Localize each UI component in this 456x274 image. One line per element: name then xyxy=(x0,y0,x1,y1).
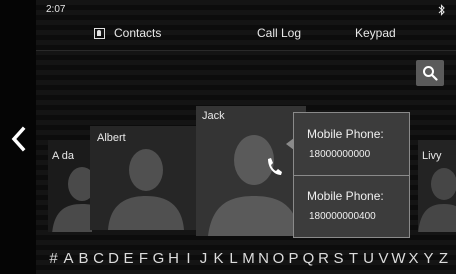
phone-entry[interactable]: Mobile Phone: 18000000000 xyxy=(294,113,409,176)
alphabet-letter[interactable]: O xyxy=(271,250,286,267)
alphabet-letter[interactable]: F xyxy=(136,250,151,267)
search-button[interactable] xyxy=(416,60,444,86)
contact-card-albert[interactable]: Albert xyxy=(90,126,200,230)
contact-name: Albert xyxy=(97,132,126,144)
contact-name: Jack xyxy=(202,110,225,122)
alphabet-letter[interactable]: L xyxy=(226,250,241,267)
contacts-icon xyxy=(94,28,105,39)
contact-card-jack[interactable]: Jack xyxy=(196,106,306,236)
phone-entry-label: Mobile Phone: xyxy=(307,127,384,141)
alphabet-letter[interactable]: B xyxy=(76,250,91,267)
tab-contacts-label: Contacts xyxy=(114,26,162,40)
phone-entry-number: 180000000400 xyxy=(309,211,376,222)
alphabet-letter[interactable]: U xyxy=(361,250,376,267)
car-display-screen: 2:07 Contacts Call Log Keypad A da Alber… xyxy=(0,0,456,274)
tab-keypad-label: Keypad xyxy=(355,26,396,40)
alphabet-letter[interactable]: X xyxy=(406,250,421,267)
alphabet-letter[interactable]: D xyxy=(106,250,121,267)
bluetooth-icon xyxy=(438,4,445,16)
alphabet-letter[interactable]: T xyxy=(346,250,361,267)
alphabet-letter[interactable]: A xyxy=(61,250,76,267)
alphabet-letter[interactable]: Y xyxy=(421,250,436,267)
contact-card-livy[interactable]: Livy xyxy=(418,140,456,232)
contact-card-ada[interactable]: A da xyxy=(48,140,92,232)
tab-bar: Contacts Call Log Keypad xyxy=(36,20,456,51)
alphabet-letter[interactable]: W xyxy=(391,250,406,267)
chevron-left-icon[interactable] xyxy=(8,124,28,154)
alphabet-letter[interactable]: G xyxy=(151,250,166,267)
alphabet-index: # A B C D E F G H I J K L M N O P Q R S T U V W X Y Z xyxy=(46,246,456,270)
phone-icon[interactable] xyxy=(265,157,283,177)
alphabet-letter[interactable]: J xyxy=(196,250,211,267)
alphabet-letter[interactable]: P xyxy=(286,250,301,267)
tab-keypad[interactable]: Keypad xyxy=(355,26,396,40)
alphabet-letter[interactable]: Q xyxy=(301,250,316,267)
alphabet-letter[interactable]: Z xyxy=(436,250,451,267)
avatar xyxy=(52,167,92,232)
phone-entry-label: Mobile Phone: xyxy=(307,189,384,203)
status-bar: 2:07 xyxy=(36,0,456,20)
alphabet-letter[interactable]: M xyxy=(241,250,256,267)
alphabet-letter[interactable]: N xyxy=(256,250,271,267)
alphabet-letter[interactable]: V xyxy=(376,250,391,267)
tab-contacts[interactable]: Contacts xyxy=(94,26,161,40)
avatar xyxy=(108,149,184,230)
alphabet-letter[interactable]: R xyxy=(316,250,331,267)
alphabet-letter[interactable]: S xyxy=(331,250,346,267)
side-panel xyxy=(0,0,36,274)
phone-entry-number: 18000000000 xyxy=(309,149,371,160)
tab-call-log[interactable]: Call Log xyxy=(257,26,301,40)
alphabet-letter[interactable]: H xyxy=(166,250,181,267)
search-icon xyxy=(423,66,438,81)
phone-entry[interactable]: Mobile Phone: 180000000400 xyxy=(294,175,409,237)
clock: 2:07 xyxy=(46,4,66,15)
alphabet-letter[interactable]: C xyxy=(91,250,106,267)
contact-name: A da xyxy=(52,150,75,162)
tab-call-log-label: Call Log xyxy=(257,26,302,40)
alphabet-letter[interactable]: I xyxy=(181,250,196,267)
avatar xyxy=(418,168,456,232)
phone-number-popup: Mobile Phone: 18000000000 Mobile Phone: … xyxy=(293,112,410,238)
alphabet-letter[interactable]: E xyxy=(121,250,136,267)
contact-name: Livy xyxy=(422,150,442,162)
alphabet-letter[interactable]: # xyxy=(46,250,61,267)
alphabet-letter[interactable]: K xyxy=(211,250,226,267)
